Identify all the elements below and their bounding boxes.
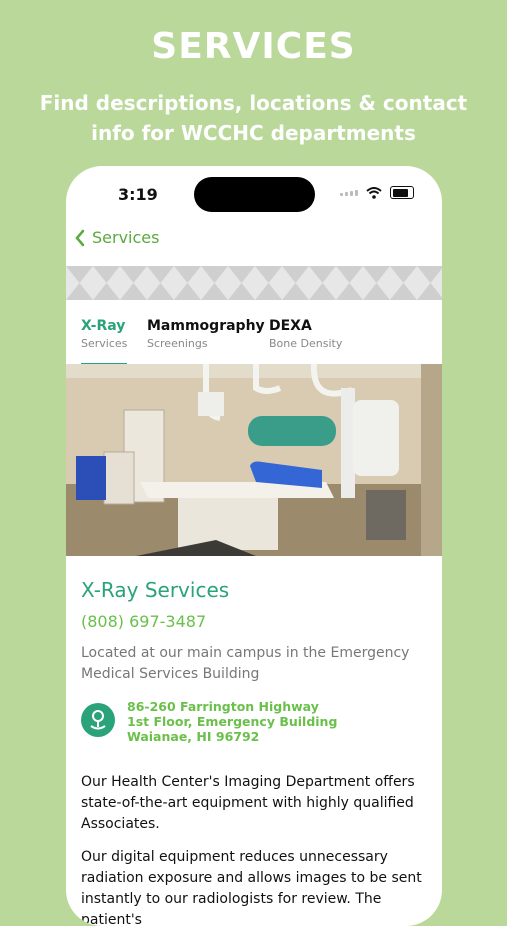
xray-room-photo xyxy=(66,364,442,556)
address-line: Waianae, HI 96792 xyxy=(127,729,260,744)
address-row[interactable]: 86-260 Farrington Highway 1st Floor, Eme… xyxy=(81,699,427,744)
back-label: Services xyxy=(92,228,160,247)
service-phone-link[interactable]: (808) 697-3487 xyxy=(81,612,427,631)
map-pin-icon xyxy=(81,703,115,737)
address-line: 1st Floor, Emergency Building xyxy=(127,714,338,729)
description-paragraph: Our Health Center's Imaging Department o… xyxy=(81,774,415,832)
tab-dexa[interactable]: DEXA Bone Density xyxy=(269,318,342,366)
status-time: 3:19 xyxy=(118,185,158,204)
tab-label: DEXA xyxy=(269,318,312,334)
tab-sublabel: Bone Density xyxy=(269,337,343,350)
subheadline: Find descriptions, locations & contact i… xyxy=(39,91,468,145)
tab-mammography[interactable]: Mammography Screenings xyxy=(147,318,265,366)
battery-icon xyxy=(390,186,414,199)
tab-sublabel: Screenings xyxy=(147,337,208,350)
tab-label: Mammography xyxy=(147,318,265,334)
wifi-icon xyxy=(366,186,382,199)
chevron-left-icon xyxy=(75,229,85,246)
tab-label: X-Ray xyxy=(81,318,126,334)
signal-icon xyxy=(340,189,358,196)
address-text: 86-260 Farrington Highway 1st Floor, Eme… xyxy=(127,699,337,744)
dynamic-island xyxy=(194,177,315,212)
back-button[interactable]: Services xyxy=(74,228,159,247)
decorative-pattern xyxy=(66,266,442,300)
tab-bar: X-Ray Services Mammography Screenings DE… xyxy=(66,318,442,366)
tab-xray[interactable]: X-Ray Services xyxy=(81,318,128,366)
service-location: Located at our main campus in the Emerge… xyxy=(81,645,410,682)
address-line: 86-260 Farrington Highway xyxy=(127,699,319,714)
service-title: X-Ray Services xyxy=(81,578,230,602)
status-icons xyxy=(340,186,414,199)
headline: SERVICES xyxy=(151,26,356,67)
service-details: X-Ray Services (808) 697-3487 Located at… xyxy=(81,578,427,926)
tab-sublabel: Services xyxy=(81,337,128,350)
phone-screen: 3:19 Services X-Ray Services Mammography… xyxy=(66,166,442,926)
description-paragraph: Our digital equipment reduces unnecessar… xyxy=(81,849,422,926)
